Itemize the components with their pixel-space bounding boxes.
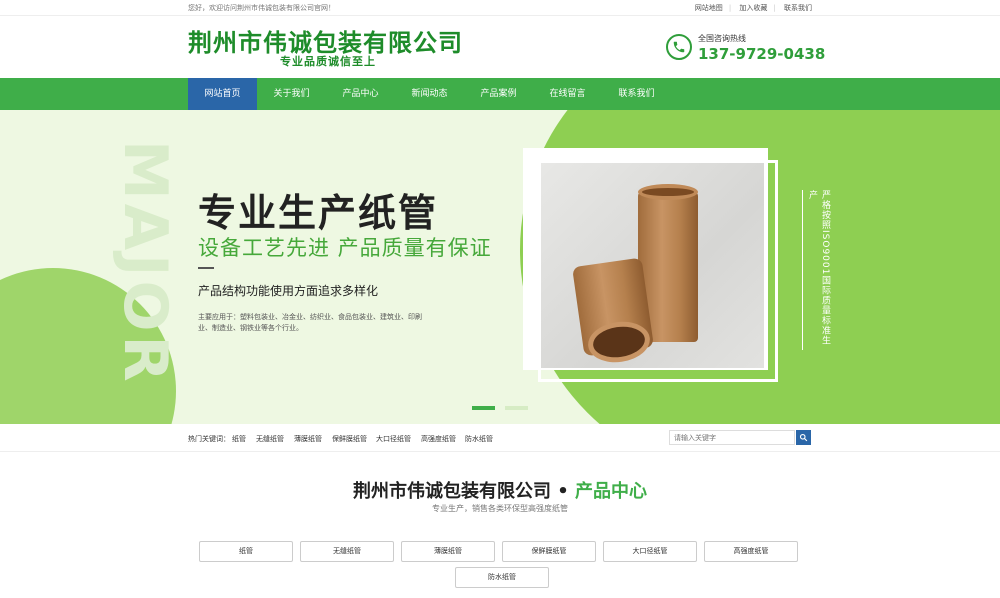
product-title-accent: 产品中心: [575, 481, 648, 502]
welcome-text: 您好，欢迎访问荆州市伟诚包装有限公司官网！: [188, 4, 335, 12]
nav-news[interactable]: 新闻动态: [395, 78, 464, 110]
top-links: 网站地图 | 加入收藏 | 联系我们: [694, 4, 812, 12]
banner-note: 主要应用于：塑料包装业、冶金业、纺织业、食品包装业、建筑业、印刷业、制造业、钢铁…: [198, 313, 422, 332]
nav-about[interactable]: 关于我们: [257, 78, 326, 110]
category-button[interactable]: 大口径纸管: [603, 541, 697, 562]
banner-title: 专业生产纸管: [198, 191, 439, 235]
keyword-link[interactable]: 无缝纸管: [256, 434, 284, 444]
search-button[interactable]: [796, 430, 811, 445]
product-section-subtitle: 专业生产，销售各类环保型高强度纸管: [432, 504, 568, 513]
keyword-link[interactable]: 高强度纸管: [421, 434, 456, 444]
keyword-link[interactable]: 大口径纸管: [376, 434, 411, 444]
keyword-link[interactable]: 防水纸管: [465, 434, 493, 444]
banner-watermark: MAJOR: [110, 140, 180, 386]
nav-cases[interactable]: 产品案例: [464, 78, 533, 110]
nav-home[interactable]: 网站首页: [188, 78, 257, 110]
photo-frame: [538, 160, 778, 382]
contact-link[interactable]: 联系我们: [784, 4, 812, 12]
hotline-number: 137-9729-0438: [698, 45, 826, 63]
main-nav: 网站首页 关于我们 产品中心 新闻动态 产品案例 在线留言 联系我们: [0, 78, 1000, 110]
category-button[interactable]: 无缝纸管: [300, 541, 394, 562]
keyword-bar: 热门关键词： 纸管 无缝纸管 薄膜纸管 保鲜膜纸管 大口径纸管 高强度纸管 防水…: [0, 424, 1000, 452]
slide-indicator[interactable]: [505, 406, 528, 410]
keyword-link[interactable]: 薄膜纸管: [294, 434, 322, 444]
product-title-company: 荆州市伟诚包装有限公司: [352, 481, 551, 502]
nav-products[interactable]: 产品中心: [326, 78, 395, 110]
banner-vertical-text: 严格按照ISO9001国际质量标准生产: [802, 190, 832, 350]
banner-description: 产品结构功能使用方面追求多样化: [198, 284, 379, 298]
banner-subtitle: 设备工艺先进 产品质量有保证: [198, 236, 492, 260]
hero-banner[interactable]: MAJOR 专业生产纸管 设备工艺先进 产品质量有保证 产品结构功能使用方面追求…: [0, 110, 1000, 424]
category-button[interactable]: 纸管: [199, 541, 293, 562]
search-input[interactable]: [669, 430, 795, 445]
header: 荆州市伟诚包装有限公司 专业品质诚信至上 全国咨询热线 137-9729-043…: [0, 16, 1000, 78]
search-icon: [799, 433, 808, 442]
category-button[interactable]: 防水纸管: [455, 567, 549, 588]
category-button[interactable]: 薄膜纸管: [401, 541, 495, 562]
product-section-title: 荆州市伟诚包装有限公司 • 产品中心: [0, 477, 1000, 503]
hot-keywords-label: 热门关键词：: [188, 435, 230, 443]
add-favorite-link[interactable]: 加入收藏: [739, 4, 767, 12]
keyword-link[interactable]: 保鲜膜纸管: [332, 434, 367, 444]
banner-divider: [198, 267, 214, 269]
phone-icon: [666, 34, 692, 60]
product-title-dot: •: [550, 481, 576, 502]
slide-indicator-active[interactable]: [472, 406, 495, 410]
sitemap-link[interactable]: 网站地图: [695, 4, 723, 12]
category-button[interactable]: 保鲜膜纸管: [502, 541, 596, 562]
company-slogan: 专业品质诚信至上: [280, 55, 376, 68]
nav-contact[interactable]: 联系我们: [602, 78, 671, 110]
keyword-link[interactable]: 纸管: [232, 434, 246, 444]
top-bar: 您好，欢迎访问荆州市伟诚包装有限公司官网！ 网站地图 | 加入收藏 | 联系我们: [0, 0, 1000, 16]
banner-green-block: [740, 110, 1000, 424]
nav-message[interactable]: 在线留言: [533, 78, 602, 110]
hotline-label: 全国咨询热线: [698, 34, 746, 43]
category-button[interactable]: 高强度纸管: [704, 541, 798, 562]
